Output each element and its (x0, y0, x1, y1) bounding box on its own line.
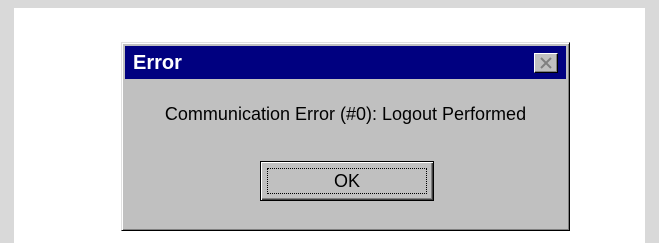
dialog-titlebar[interactable]: Error (125, 46, 566, 79)
page-frame: Error Communication Error (#0): Logout P… (0, 0, 659, 243)
ok-button[interactable]: OK (260, 161, 434, 201)
close-x-icon (540, 57, 552, 69)
dialog-title: Error (133, 52, 182, 74)
close-button[interactable] (534, 53, 558, 73)
error-message: Communication Error (#0): Logout Perform… (164, 104, 527, 124)
ok-button-label: OK (333, 170, 360, 191)
error-dialog: Error Communication Error (#0): Logout P… (121, 42, 570, 231)
